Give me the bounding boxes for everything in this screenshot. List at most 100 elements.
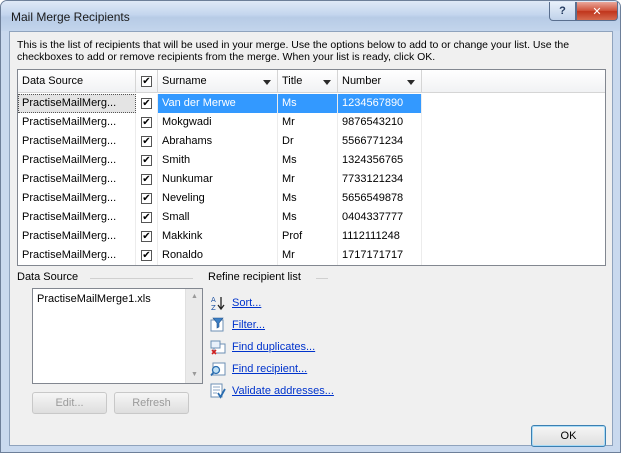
find-recipient-icon — [210, 361, 226, 377]
cell-number: 5566771234 — [338, 132, 422, 151]
cell-data-source: PractiseMailMerg... — [18, 94, 136, 113]
dropdown-arrow-icon[interactable] — [263, 80, 271, 85]
data-source-scrollbar[interactable]: ▲ ▼ — [185, 289, 202, 383]
section-divider — [90, 278, 193, 279]
table-row[interactable]: PractiseMailMerg... ✔ Van der Merwe Ms 1… — [18, 94, 605, 113]
dropdown-arrow-icon[interactable] — [407, 80, 415, 85]
cell-checkbox: ✔ — [136, 132, 158, 151]
find-recipient-link[interactable]: Find recipient... — [232, 363, 307, 375]
cell-data-source: PractiseMailMerg... — [18, 132, 136, 151]
find-duplicates-item[interactable]: Find duplicates... — [210, 338, 315, 356]
cell-data-source: PractiseMailMerg... — [18, 170, 136, 189]
svg-text:A: A — [211, 296, 216, 304]
cell-data-source: PractiseMailMerg... — [18, 208, 136, 227]
recipient-checkbox[interactable]: ✔ — [141, 212, 152, 223]
cell-surname: Ronaldo — [158, 246, 278, 265]
cell-surname: Smith — [158, 151, 278, 170]
scroll-up-icon[interactable]: ▲ — [191, 293, 198, 300]
cell-surname: Nunkumar — [158, 170, 278, 189]
cell-title: Ms — [278, 94, 338, 113]
recipient-checkbox[interactable]: ✔ — [141, 155, 152, 166]
table-row[interactable]: PractiseMailMerg... ✔ Mokgwadi Mr 987654… — [18, 113, 605, 132]
cell-number: 9876543210 — [338, 113, 422, 132]
recipient-checkbox[interactable]: ✔ — [141, 193, 152, 204]
cell-checkbox: ✔ — [136, 94, 158, 113]
validate-addresses-item[interactable]: Validate addresses... — [210, 382, 334, 400]
sort-link[interactable]: Sort... — [232, 297, 261, 309]
cell-checkbox: ✔ — [136, 170, 158, 189]
recipient-checkbox[interactable]: ✔ — [141, 117, 152, 128]
cell-surname: Neveling — [158, 189, 278, 208]
mail-merge-recipients-dialog: Mail Merge Recipients ? ✕ This is the li… — [0, 0, 621, 453]
cell-surname: Abrahams — [158, 132, 278, 151]
column-header-label: Surname — [162, 75, 207, 87]
edit-button[interactable]: Edit... — [32, 392, 107, 414]
cell-data-source: PractiseMailMerg... — [18, 227, 136, 246]
filter-item[interactable]: Filter... — [210, 316, 265, 334]
recipient-checkbox[interactable]: ✔ — [141, 250, 152, 261]
column-header-label: Title — [282, 75, 303, 87]
sort-az-icon: AZ — [210, 295, 226, 311]
cell-title: Prof — [278, 227, 338, 246]
sort-item[interactable]: AZ Sort... — [210, 294, 261, 312]
select-all-checkbox[interactable]: ✔ — [141, 76, 152, 87]
cell-number: 1112111248 — [338, 227, 422, 246]
cell-checkbox: ✔ — [136, 151, 158, 170]
column-header-number[interactable]: Number — [338, 70, 422, 93]
data-source-file-item[interactable]: PractiseMailMerge1.xls — [37, 293, 151, 305]
data-source-list[interactable]: PractiseMailMerge1.xls ▲ ▼ — [32, 288, 203, 384]
cell-checkbox: ✔ — [136, 189, 158, 208]
cell-data-source: PractiseMailMerg... — [18, 151, 136, 170]
cell-data-source: PractiseMailMerg... — [18, 246, 136, 265]
validate-addresses-link[interactable]: Validate addresses... — [232, 385, 334, 397]
find-duplicates-link[interactable]: Find duplicates... — [232, 341, 315, 353]
column-header-data-source[interactable]: Data Source — [18, 70, 136, 93]
cell-number: 5656549878 — [338, 189, 422, 208]
recipient-checkbox[interactable]: ✔ — [141, 98, 152, 109]
recipient-checkbox[interactable]: ✔ — [141, 136, 152, 147]
recipients-table: Data Source ✔ Surname Title Number Pract… — [17, 69, 606, 266]
filter-link[interactable]: Filter... — [232, 319, 265, 331]
cell-checkbox: ✔ — [136, 113, 158, 132]
cell-title: Dr — [278, 132, 338, 151]
table-row[interactable]: PractiseMailMerg... ✔ Smith Ms 132435676… — [18, 151, 605, 170]
window-title: Mail Merge Recipients — [11, 10, 130, 24]
refresh-button[interactable]: Refresh — [114, 392, 189, 414]
recipient-checkbox[interactable]: ✔ — [141, 174, 152, 185]
cell-title: Ms — [278, 151, 338, 170]
recipient-checkbox[interactable]: ✔ — [141, 231, 152, 242]
cell-number: 0404337777 — [338, 208, 422, 227]
title-bar[interactable]: Mail Merge Recipients ? ✕ — [1, 1, 620, 31]
cell-surname: Mokgwadi — [158, 113, 278, 132]
column-header-title[interactable]: Title — [278, 70, 338, 93]
column-header-check-all[interactable]: ✔ — [136, 70, 158, 93]
column-header-surname[interactable]: Surname — [158, 70, 278, 93]
find-recipient-item[interactable]: Find recipient... — [210, 360, 307, 378]
help-button[interactable]: ? — [549, 2, 576, 21]
cell-surname: Small — [158, 208, 278, 227]
cell-surname: Van der Merwe — [158, 94, 278, 113]
table-row[interactable]: PractiseMailMerg... ✔ Neveling Ms 565654… — [18, 189, 605, 208]
dialog-body: This is the list of recipients that will… — [9, 31, 613, 447]
dropdown-arrow-icon[interactable] — [323, 80, 331, 85]
validate-addresses-icon — [210, 383, 226, 399]
table-row[interactable]: PractiseMailMerg... ✔ Nunkumar Mr 773312… — [18, 170, 605, 189]
table-header: Data Source ✔ Surname Title Number — [18, 70, 605, 93]
ok-button[interactable]: OK — [531, 425, 606, 447]
column-header-label: Number — [342, 75, 382, 87]
cell-data-source: PractiseMailMerg... — [18, 189, 136, 208]
cell-title: Ms — [278, 208, 338, 227]
cell-checkbox: ✔ — [136, 227, 158, 246]
cell-title: Mr — [278, 246, 338, 265]
close-button[interactable]: ✕ — [576, 2, 618, 21]
cell-checkbox: ✔ — [136, 208, 158, 227]
scroll-down-icon[interactable]: ▼ — [191, 371, 198, 378]
table-row[interactable]: PractiseMailMerg... ✔ Small Ms 040433777… — [18, 208, 605, 227]
table-row[interactable]: PractiseMailMerg... ✔ Abrahams Dr 556677… — [18, 132, 605, 151]
cell-title: Mr — [278, 113, 338, 132]
cell-number: 1717171717 — [338, 246, 422, 265]
table-row[interactable]: PractiseMailMerg... ✔ Makkink Prof 11121… — [18, 227, 605, 246]
cell-number: 1234567890 — [338, 94, 422, 113]
cell-number: 1324356765 — [338, 151, 422, 170]
table-row[interactable]: PractiseMailMerg... ✔ Ronaldo Mr 1717171… — [18, 246, 605, 265]
